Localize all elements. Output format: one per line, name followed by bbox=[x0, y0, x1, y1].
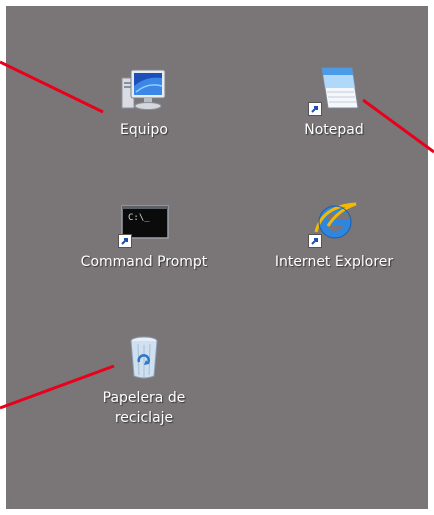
desktop-icon-notepad[interactable]: Notepad bbox=[270, 64, 398, 140]
desktop-icon-command-prompt[interactable]: C:\_ Command Prompt bbox=[80, 196, 208, 272]
computer-icon bbox=[118, 64, 170, 116]
desktop-background: Equipo Notepad C:\_ Command Prompt Inter… bbox=[6, 6, 428, 509]
notepad-icon bbox=[308, 64, 360, 116]
shortcut-arrow-icon bbox=[118, 234, 132, 248]
desktop-icon-label: Papelera de reciclaje bbox=[102, 390, 186, 426]
shortcut-arrow-icon bbox=[308, 234, 322, 248]
screenshot-frame: Equipo Notepad C:\_ Command Prompt Inter… bbox=[0, 0, 434, 515]
desktop-icon-recycle-bin[interactable]: Papelera de reciclaje bbox=[80, 332, 208, 428]
desktop-icon-label: Internet Explorer bbox=[274, 254, 394, 270]
internet-explorer-icon bbox=[308, 196, 360, 248]
console-prompt-text: C:\_ bbox=[128, 213, 150, 223]
desktop-icon-label: Command Prompt bbox=[80, 254, 208, 270]
desktop-icon-label: Notepad bbox=[304, 122, 364, 138]
desktop-icon-computer[interactable]: Equipo bbox=[80, 64, 208, 140]
shortcut-arrow-icon bbox=[308, 102, 322, 116]
recycle-bin-icon bbox=[118, 332, 170, 384]
desktop-icon-internet-explorer[interactable]: Internet Explorer bbox=[270, 196, 398, 272]
desktop-icon-label: Equipo bbox=[120, 122, 168, 138]
command-prompt-icon: C:\_ bbox=[118, 196, 170, 248]
